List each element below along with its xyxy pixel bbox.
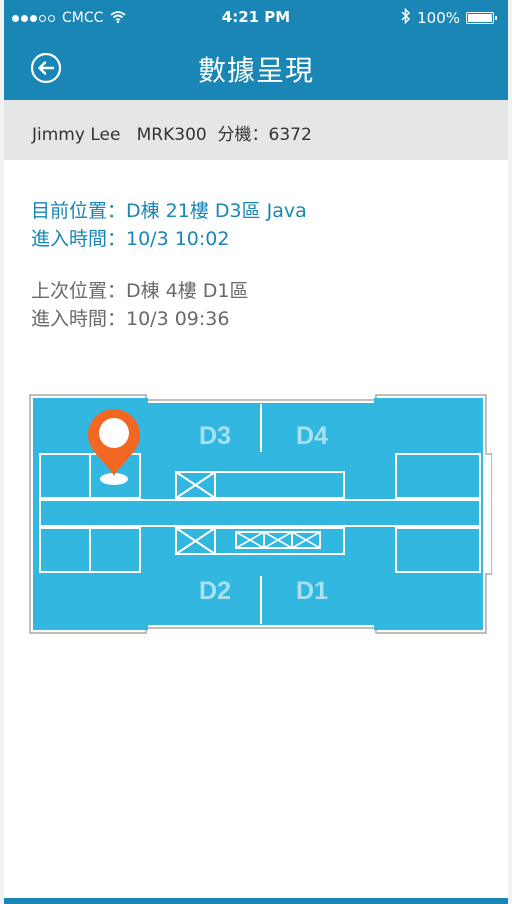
last-location: 上次位置：D棟 4樓 D1區 進入時間：10/3 09:36 bbox=[31, 277, 249, 333]
current-entry-time: 進入時間：10/3 10:02 bbox=[31, 228, 230, 250]
battery-icon bbox=[466, 12, 497, 24]
zone-label-d1: D1 bbox=[296, 577, 328, 605]
last-position: 上次位置：D棟 4樓 D1區 bbox=[31, 280, 249, 302]
current-location: 目前位置：D棟 21樓 D3區 Java 進入時間：10/3 10:02 bbox=[31, 197, 307, 253]
zone-label-d3: D3 bbox=[199, 422, 231, 450]
current-position: 目前位置：D棟 21樓 D3區 Java bbox=[31, 200, 307, 222]
page-title: 數據呈現 bbox=[197, 54, 314, 87]
app-header: CMCC 4:21 PM 100% 數據呈現 bbox=[4, 0, 508, 100]
battery-percent: 100% bbox=[417, 9, 460, 27]
device-frame: CMCC 4:21 PM 100% 數據呈現 Jimmy Lee MRK300 … bbox=[0, 0, 512, 904]
status-bar: CMCC 4:21 PM 100% bbox=[4, 0, 508, 34]
app-screen: CMCC 4:21 PM 100% 數據呈現 Jimmy Lee MRK300 … bbox=[4, 0, 508, 904]
floor-map[interactable]: D3 D4 D2 D1 bbox=[24, 392, 492, 636]
nav-bar: 數據呈現 bbox=[4, 34, 508, 100]
user-info: Jimmy Lee MRK300 分機：6372 bbox=[32, 125, 312, 145]
last-entry-time: 進入時間：10/3 09:36 bbox=[31, 308, 230, 330]
user-info-bar: Jimmy Lee MRK300 分機：6372 bbox=[4, 100, 508, 160]
status-right: 100% bbox=[401, 7, 497, 28]
zone-label-d4: D4 bbox=[296, 422, 328, 450]
zone-label-d2: D2 bbox=[199, 577, 231, 605]
bluetooth-icon bbox=[401, 7, 411, 28]
bottom-bar bbox=[4, 898, 508, 904]
